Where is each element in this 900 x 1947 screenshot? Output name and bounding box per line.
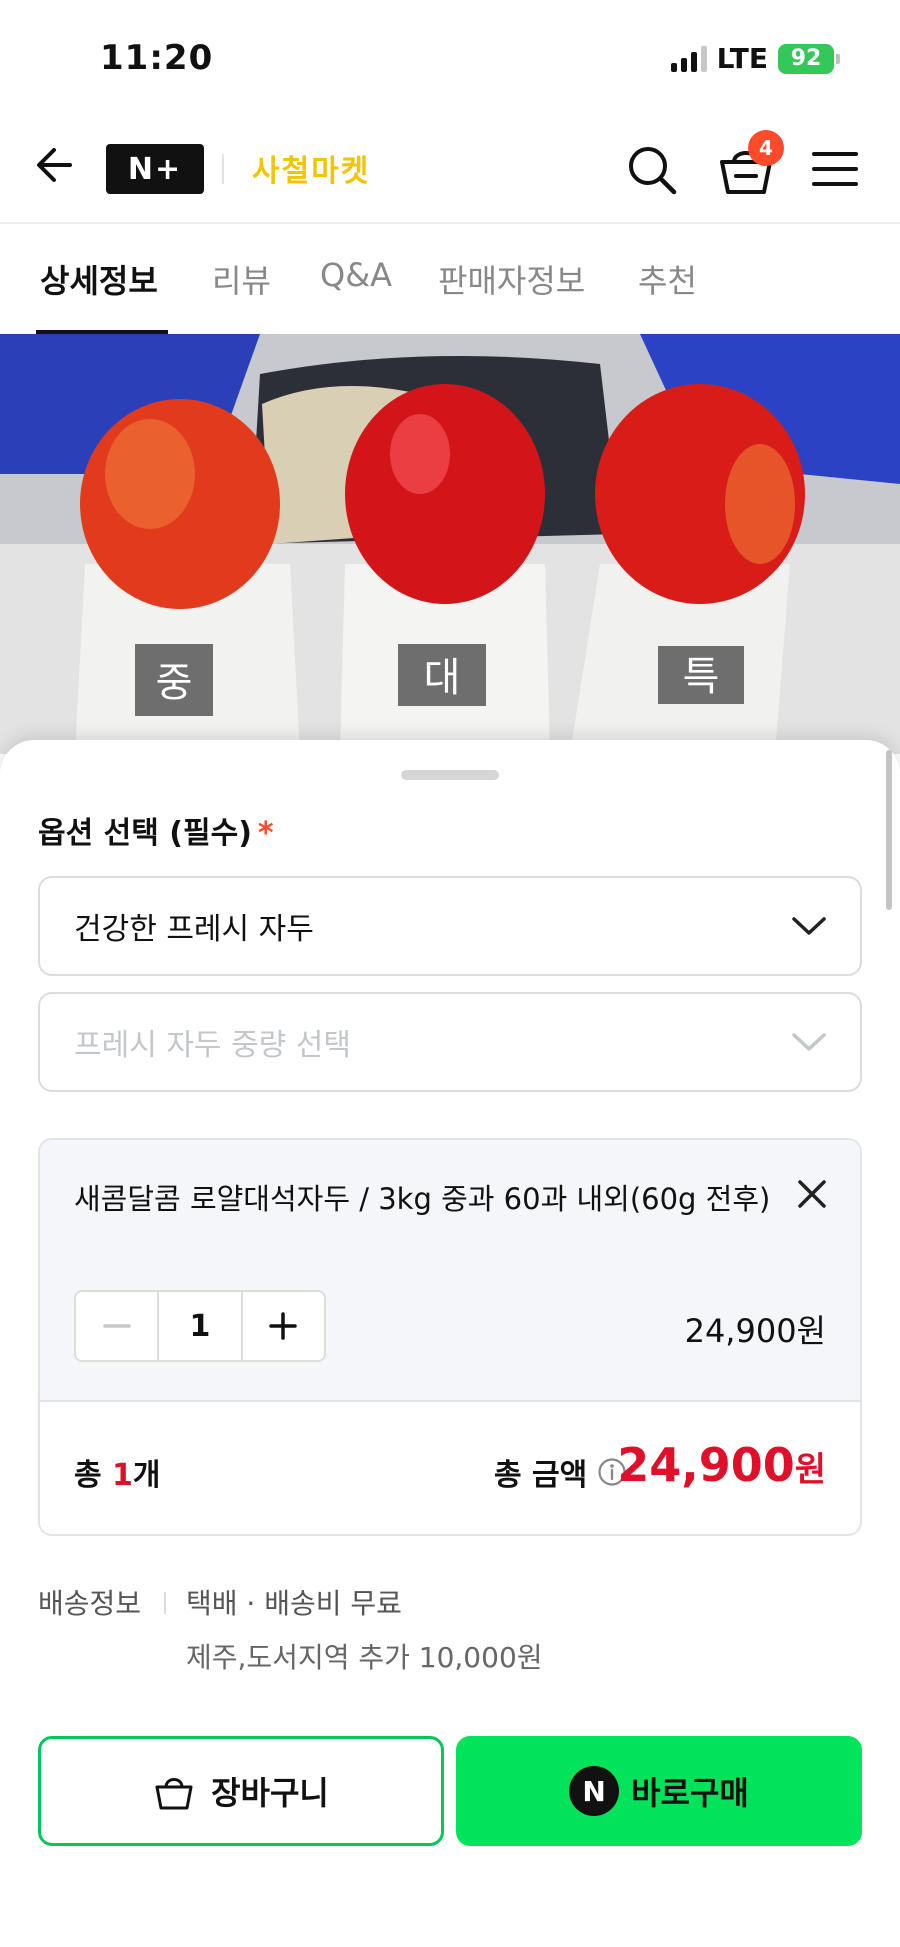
store-name[interactable]: 사철마켓 (252, 146, 370, 190)
option-price: 24,900원 (684, 1312, 826, 1350)
search-icon (629, 147, 677, 195)
option-select-product[interactable]: 건강한 프레시 자두 (38, 876, 862, 976)
total-amount-value: 24,900 (617, 1438, 795, 1492)
shipping-method: 택배 · 배송비 무료 (186, 1587, 402, 1620)
add-to-cart-label: 장바구니 (211, 1774, 329, 1812)
selected-option-detail: 새콤달콤 로얄대석자두 / 3kg 중과 60과 내외(60g 전후) 1 24… (40, 1140, 860, 1402)
selected-option-card: 새콤달콤 로얄대석자두 / 3kg 중과 60과 내외(60g 전후) 1 24… (38, 1138, 862, 1536)
selected-option-name: 새콤달콤 로얄대석자두 / 3kg 중과 60과 내외(60g 전후) (74, 1182, 771, 1216)
total-amount: 24,900원 (617, 1438, 826, 1492)
total-count: 총 1개 (74, 1450, 161, 1494)
status-time: 11:20 (100, 38, 214, 78)
divider (164, 1592, 166, 1614)
size-label-medium: 중 (156, 660, 193, 706)
detail-tabs: 상세정보 리뷰 Q&A 판매자정보 추천 (0, 226, 900, 334)
size-label-large: 대 (424, 655, 461, 701)
add-to-cart-button[interactable]: 장바구니 (38, 1736, 444, 1846)
menu-button[interactable] (810, 146, 860, 192)
remove-option-button[interactable] (794, 1176, 830, 1212)
back-button[interactable] (30, 140, 80, 190)
app-header: N+ 사철마켓 4 (0, 110, 900, 224)
buy-now-label: 바로구매 (631, 1774, 749, 1812)
scrollbar[interactable] (886, 750, 892, 910)
total-amount-label-text: 총 금액 (494, 1458, 588, 1493)
chevron-down-icon (792, 1033, 826, 1051)
quantity-value[interactable]: 1 (157, 1292, 243, 1360)
hamburger-menu-icon (812, 152, 858, 186)
minus-icon (102, 1324, 131, 1328)
decrease-quantity-button[interactable] (76, 1292, 157, 1360)
close-icon (798, 1180, 826, 1208)
plus-icon (269, 1312, 298, 1340)
total-count-suffix: 개 (132, 1458, 161, 1493)
plum-photo: 중 대 특 (0, 334, 900, 754)
size-label-extra: 특 (683, 654, 720, 700)
search-button[interactable] (624, 142, 680, 198)
total-count-number: 1 (112, 1458, 133, 1493)
chevron-down-icon (792, 917, 826, 935)
option-section-title: 옵션 선택 (필수) * (38, 808, 274, 852)
quantity-stepper: 1 (74, 1290, 326, 1362)
total-amount-label: 총 금액 (494, 1450, 627, 1494)
signal-icon (670, 45, 707, 72)
required-mark: * (257, 816, 274, 851)
product-image: 중 대 특 (0, 334, 900, 754)
tab-detail[interactable]: 상세정보 (40, 256, 158, 302)
brand-logo[interactable]: N+ (106, 144, 204, 194)
shipping-label: 배송정보 (38, 1587, 142, 1620)
option-select-weight[interactable]: 프레시 자두 중량 선택 (38, 992, 862, 1092)
cart-count-badge: 4 (748, 130, 784, 166)
total-amount-unit: 원 (794, 1450, 826, 1490)
status-indicators: LTE 92 (670, 42, 840, 75)
selected-option-value: 건강한 프레시 자두 (74, 912, 314, 947)
shipping-extra-fee: 제주,도서지역 추가 10,000원 (186, 1641, 543, 1674)
battery-level: 92 (778, 43, 834, 74)
naver-pay-icon: N (569, 1766, 620, 1816)
tab-reviews[interactable]: 리뷰 (212, 256, 271, 302)
total-count-prefix: 총 (74, 1458, 113, 1493)
tab-recommend[interactable]: 추천 (638, 256, 697, 302)
back-arrow-icon (37, 148, 72, 182)
battery-icon: 92 (778, 43, 840, 74)
network-type: LTE (716, 42, 768, 75)
shopping-bag-icon (155, 1778, 193, 1810)
divider (222, 154, 224, 184)
total-summary: 총 1개 총 금액 24,900원 (40, 1402, 860, 1534)
option-bottom-sheet: 옵션 선택 (필수) * 건강한 프레시 자두 프레시 자두 중량 선택 새콤달콤… (0, 740, 900, 1947)
tab-qna[interactable]: Q&A (320, 256, 392, 294)
status-bar: 11:20 LTE 92 (0, 0, 900, 110)
sheet-drag-handle[interactable] (401, 770, 499, 780)
weight-select-placeholder: 프레시 자두 중량 선택 (74, 1028, 352, 1063)
tab-seller-info[interactable]: 판매자정보 (438, 256, 585, 302)
increase-quantity-button[interactable] (243, 1292, 324, 1360)
option-title-text: 옵션 선택 (필수) (38, 816, 252, 851)
buy-now-button[interactable]: N 바로구매 (456, 1736, 862, 1846)
